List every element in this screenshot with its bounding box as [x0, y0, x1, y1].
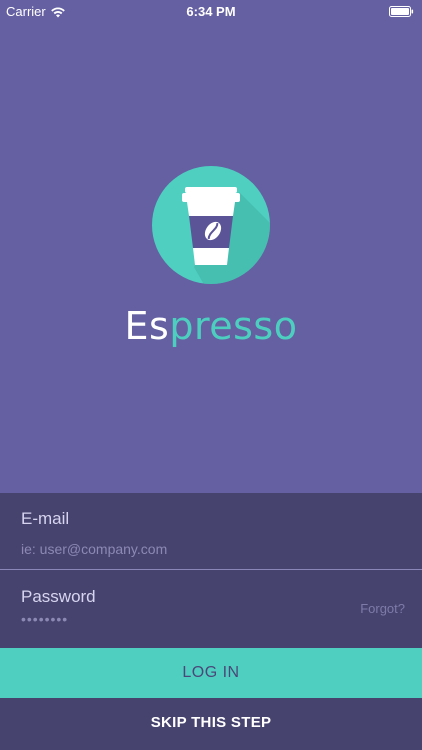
password-label: Password — [21, 587, 96, 606]
app-name-presso: presso — [169, 304, 298, 348]
password-field-group: Password •••••••• Forgot? — [0, 571, 422, 648]
login-form: E-mail Password •••••••• Forgot? — [0, 493, 422, 648]
app-name-es: Es — [124, 304, 170, 348]
forgot-password-link[interactable]: Forgot? — [360, 601, 405, 616]
email-field-group: E-mail — [0, 493, 422, 570]
login-button[interactable]: LOG IN — [0, 648, 422, 698]
battery-icon — [389, 5, 414, 17]
app-name: Espresso — [0, 302, 422, 350]
email-label: E-mail — [21, 509, 70, 528]
skip-step-button[interactable]: SKIP THIS STEP — [0, 698, 422, 750]
status-bar: Carrier 6:34 PM — [0, 0, 422, 22]
field-divider — [0, 569, 422, 570]
email-field[interactable] — [21, 538, 341, 560]
coffee-cup-icon — [152, 166, 270, 284]
status-time: 6:34 PM — [186, 4, 236, 19]
password-field[interactable]: •••••••• — [21, 611, 68, 627]
